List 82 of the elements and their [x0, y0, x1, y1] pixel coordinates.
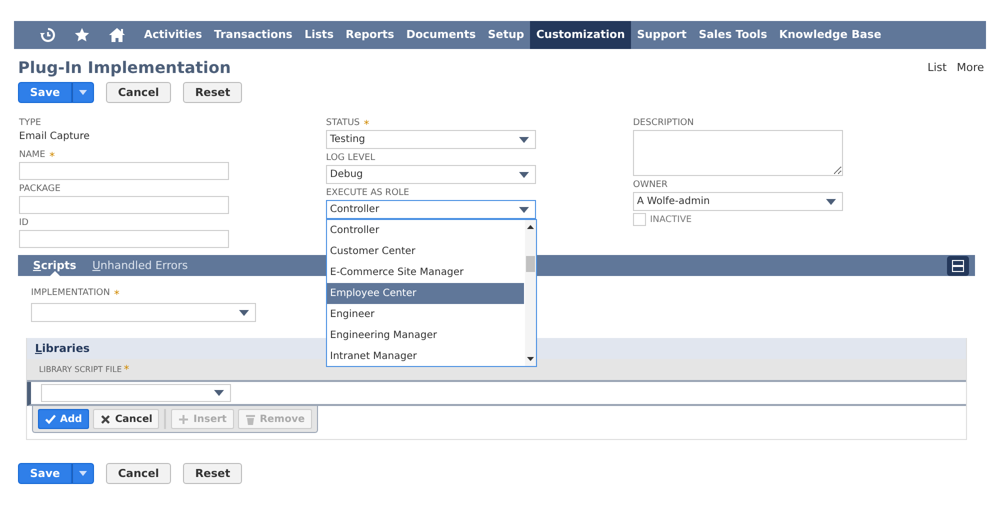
column-header-label: LIBRARY SCRIPT FILE [39, 365, 122, 374]
dropdown-field[interactable]: A Wolfe-admin [633, 192, 843, 211]
nav-menu-item[interactable]: Sales Tools [692, 21, 774, 49]
line-button[interactable]: Add [38, 409, 90, 429]
close-icon [100, 414, 112, 424]
dropdown-option[interactable]: Employee Center [327, 283, 524, 304]
nav-menu-item[interactable]: Setup [482, 21, 530, 49]
dropdown-field[interactable] [31, 303, 256, 322]
dropdown-field[interactable]: Debug [326, 165, 536, 184]
field-label: ID [19, 218, 29, 228]
caret-icon [519, 136, 529, 142]
field-label: DESCRIPTION [633, 118, 694, 128]
recent-icon [40, 27, 56, 43]
line-button[interactable]: Cancel [93, 409, 160, 429]
tab[interactable]: Scripts [28, 255, 82, 276]
action-button[interactable]: Reset [183, 463, 242, 484]
field-label: LOG LEVEL [326, 153, 376, 163]
required-mark: * [364, 118, 370, 131]
layout-toggle-button[interactable] [947, 256, 969, 276]
check-icon [45, 414, 56, 424]
tab[interactable]: Unhandled Errors [87, 255, 193, 276]
required-mark: * [124, 363, 130, 376]
nav-menu-item[interactable]: Activities [138, 21, 208, 49]
dropdown-option[interactable]: E-Commerce Site Manager [327, 262, 524, 283]
field-label: IMPLEMENTATION [31, 288, 110, 298]
field-label: STATUS [326, 118, 360, 128]
field-label: PACKAGE [19, 184, 61, 194]
action-button[interactable]: Cancel [106, 463, 172, 484]
required-mark: * [114, 288, 120, 301]
dropdown-field[interactable]: Controller [326, 200, 536, 219]
required-mark: * [49, 150, 55, 163]
caret-icon [214, 390, 224, 396]
input-field[interactable] [19, 196, 229, 214]
scroll-up-icon [527, 225, 534, 229]
caret-icon [239, 310, 249, 316]
save-button[interactable]: Save [18, 82, 72, 103]
description-field[interactable] [633, 130, 843, 176]
nav-menu-item[interactable]: Support [630, 21, 693, 49]
nav-menu-item[interactable]: Lists [298, 21, 340, 49]
dropdown-option[interactable]: Intranet Manager [327, 346, 524, 367]
home-icon [108, 27, 126, 43]
caret-icon [826, 198, 836, 204]
scroll-down-icon [527, 357, 534, 361]
field-label: NAME [19, 150, 46, 160]
dropdown-option[interactable]: Controller [327, 220, 524, 241]
action-button[interactable]: Reset [183, 82, 242, 103]
caret-icon [78, 90, 87, 95]
trash-icon [244, 414, 256, 424]
dropdown-option[interactable]: Engineer [327, 304, 524, 325]
caret-icon [519, 206, 529, 212]
checkbox[interactable] [633, 213, 646, 226]
nav-menu-item[interactable]: Transactions [208, 21, 298, 49]
dropdown-option[interactable]: Customer Center [327, 241, 524, 262]
page-title: Plug-In Implementation [18, 58, 231, 76]
plus-icon [178, 414, 190, 424]
subtab[interactable]: Libraries [27, 338, 98, 359]
input-field[interactable] [19, 162, 229, 180]
header-link[interactable]: More [956, 60, 984, 74]
layout-icon [952, 260, 964, 272]
star-icon [74, 27, 90, 43]
nav-menu-item[interactable]: Reports [340, 21, 400, 49]
save-button[interactable]: Save [18, 463, 72, 484]
field-label: TYPE [19, 118, 42, 128]
save-menu-button[interactable] [72, 463, 94, 484]
dropdown-field[interactable] [41, 384, 231, 402]
caret-icon [519, 172, 529, 178]
scroll-thumb[interactable] [526, 256, 535, 272]
caret-icon [78, 471, 87, 476]
dropdown-option[interactable]: Engineering Manager [327, 325, 524, 346]
action-button[interactable]: Cancel [106, 82, 172, 103]
nav-menu-item[interactable]: Documents [400, 21, 482, 49]
save-menu-button[interactable] [72, 82, 94, 103]
nav-menu-item[interactable]: Customization [530, 21, 631, 49]
nav-menu-item[interactable]: Knowledge Base [773, 21, 888, 49]
dropdown-field[interactable]: Testing [326, 130, 536, 149]
field-label: EXECUTE AS ROLE [326, 188, 410, 198]
field-value: Email Capture [19, 130, 91, 144]
header-link[interactable]: List [927, 60, 947, 74]
input-field[interactable] [19, 230, 229, 248]
field-label: OWNER [633, 180, 668, 190]
checkbox-label: INACTIVE [650, 214, 692, 224]
scrollbar[interactable] [525, 220, 536, 366]
